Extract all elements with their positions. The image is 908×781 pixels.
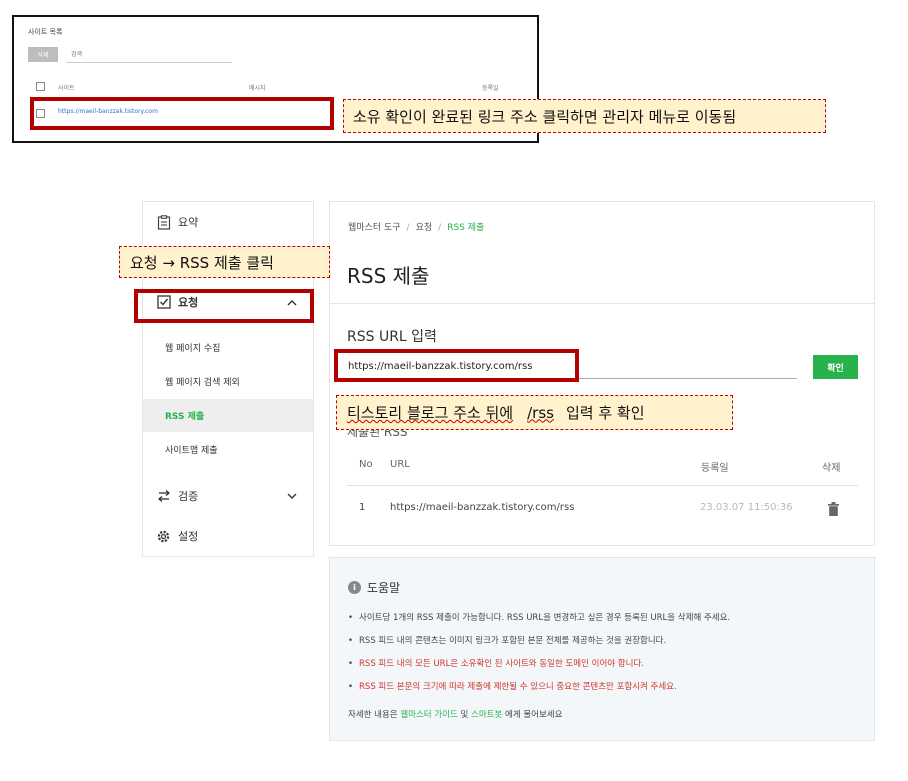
delete-button[interactable]: 삭제 — [28, 47, 58, 62]
help-footer-text: 자세한 내용은 — [348, 710, 398, 720]
col-site: 사이트 — [58, 85, 75, 92]
table-cell-url: https://maeil-banzzak.tistory.com/rss — [390, 502, 575, 513]
highlight-request-menu — [134, 289, 314, 323]
breadcrumb: 웹마스터 도구 / 요청 / RSS 제출 — [348, 223, 485, 233]
help-footer-text: 및 — [460, 710, 469, 720]
help-item-text: 사이트당 1개의 RSS 제출이 가능합니다. RSS URL을 변경하고 싶은… — [359, 613, 731, 623]
callout-rss-suffix: 입력 후 확인 — [565, 404, 645, 422]
smartbot-link[interactable]: 스마트봇 — [471, 710, 502, 720]
col-no: No — [359, 459, 373, 470]
swap-arrows-icon — [156, 489, 171, 504]
confirm-button[interactable]: 확인 — [813, 355, 858, 379]
sidebar-item-label: 요약 — [178, 216, 199, 229]
col-registered: 등록일 — [701, 463, 729, 474]
breadcrumb-webmaster[interactable]: 웹마스터 도구 — [348, 223, 401, 233]
search-input[interactable] — [66, 47, 232, 63]
help-title-text: 도움말 — [367, 581, 401, 595]
select-all-checkbox[interactable] — [36, 82, 45, 91]
help-box: i 도움말 • 사이트당 1개의 RSS 제출이 가능합니다. RSS URL을 … — [329, 557, 875, 741]
breadcrumb-request[interactable]: 요청 — [416, 223, 433, 233]
help-item-text: RSS 피드 본문의 크기에 따라 제출에 제한될 수 있으니 중요한 콘텐츠만… — [359, 682, 677, 692]
webmaster-guide-link[interactable]: 웹마스터 가이드 — [400, 710, 457, 720]
callout-rss-code: /rss — [527, 403, 554, 422]
col-date: 등록일 — [482, 85, 499, 92]
sidebar-item-label: 검증 — [178, 490, 199, 503]
help-footer-text: 에게 물어보세요 — [505, 710, 563, 720]
breadcrumb-current: RSS 제출 — [447, 223, 485, 233]
highlight-site-link — [30, 97, 334, 130]
sidebar-subitem-web-crawl[interactable]: 웹 페이지 수집 — [143, 331, 313, 364]
highlight-rss-input — [334, 349, 579, 382]
site-list-title: 사이트 목록 — [28, 28, 63, 36]
sidebar-item-summary[interactable]: 요약 — [143, 202, 313, 242]
col-url: URL — [390, 459, 410, 470]
clipboard-icon — [156, 214, 171, 230]
table-cell-date: 23.03.07 11:50:36 — [700, 502, 793, 513]
sidebar-item-settings[interactable]: 설정 — [143, 516, 313, 556]
help-item-text: RSS 피드 내의 모든 URL은 소유확인 된 사이트와 동일한 도메인 이어… — [359, 659, 644, 669]
help-item: • RSS 피드 내의 콘텐츠는 이미지 링크가 포함된 본문 전체를 제공하는 … — [348, 636, 667, 646]
callout-site-link: 소유 확인이 완료된 링크 주소 클릭하면 관리자 메뉴로 이동됨 — [343, 99, 826, 133]
sidebar-subitem-search-exclude[interactable]: 웹 페이지 검색 제외 — [143, 365, 313, 398]
sidebar-subitem-rss[interactable]: RSS 제출 — [143, 399, 313, 432]
table-cell-no: 1 — [359, 502, 366, 513]
chevron-down-icon — [287, 490, 297, 503]
help-item: • 사이트당 1개의 RSS 제출이 가능합니다. RSS URL을 변경하고 싶… — [348, 613, 731, 623]
help-title: i 도움말 — [348, 579, 400, 596]
sidebar-item-verify[interactable]: 검증 — [143, 476, 313, 516]
help-item-warning: • RSS 피드 본문의 크기에 따라 제출에 제한될 수 있으니 중요한 콘텐츠… — [348, 682, 677, 692]
rss-url-label: RSS URL 입력 — [347, 329, 437, 345]
callout-rss-prefix: 티스토리 블로그 주소 뒤에 — [347, 404, 514, 422]
sidebar-item-label: 설정 — [178, 530, 199, 543]
callout-rss-input: 티스토리 블로그 주소 뒤에 /rss 입력 후 확인 — [336, 395, 733, 430]
page-title: RSS 제출 — [347, 264, 430, 288]
help-item-warning: • RSS 피드 내의 모든 URL은 소유확인 된 사이트와 동일한 도메인 이… — [348, 659, 644, 669]
table-divider — [347, 485, 858, 486]
trash-icon[interactable] — [828, 501, 839, 516]
col-delete: 삭제 — [822, 463, 841, 474]
sidebar-subitem-sitemap[interactable]: 사이트맵 제출 — [143, 433, 313, 466]
callout-request-rss: 요청 → RSS 제출 클릭 — [119, 246, 330, 278]
col-message: 메시지 — [249, 85, 266, 92]
help-item-text: RSS 피드 내의 콘텐츠는 이미지 링크가 포함된 본문 전체를 제공하는 것… — [359, 636, 667, 646]
help-footer: 자세한 내용은 웹마스터 가이드 및 스마트봇 에게 물어보세요 — [348, 708, 562, 720]
info-icon: i — [348, 581, 361, 594]
divider — [330, 303, 874, 304]
gear-icon — [156, 529, 171, 544]
